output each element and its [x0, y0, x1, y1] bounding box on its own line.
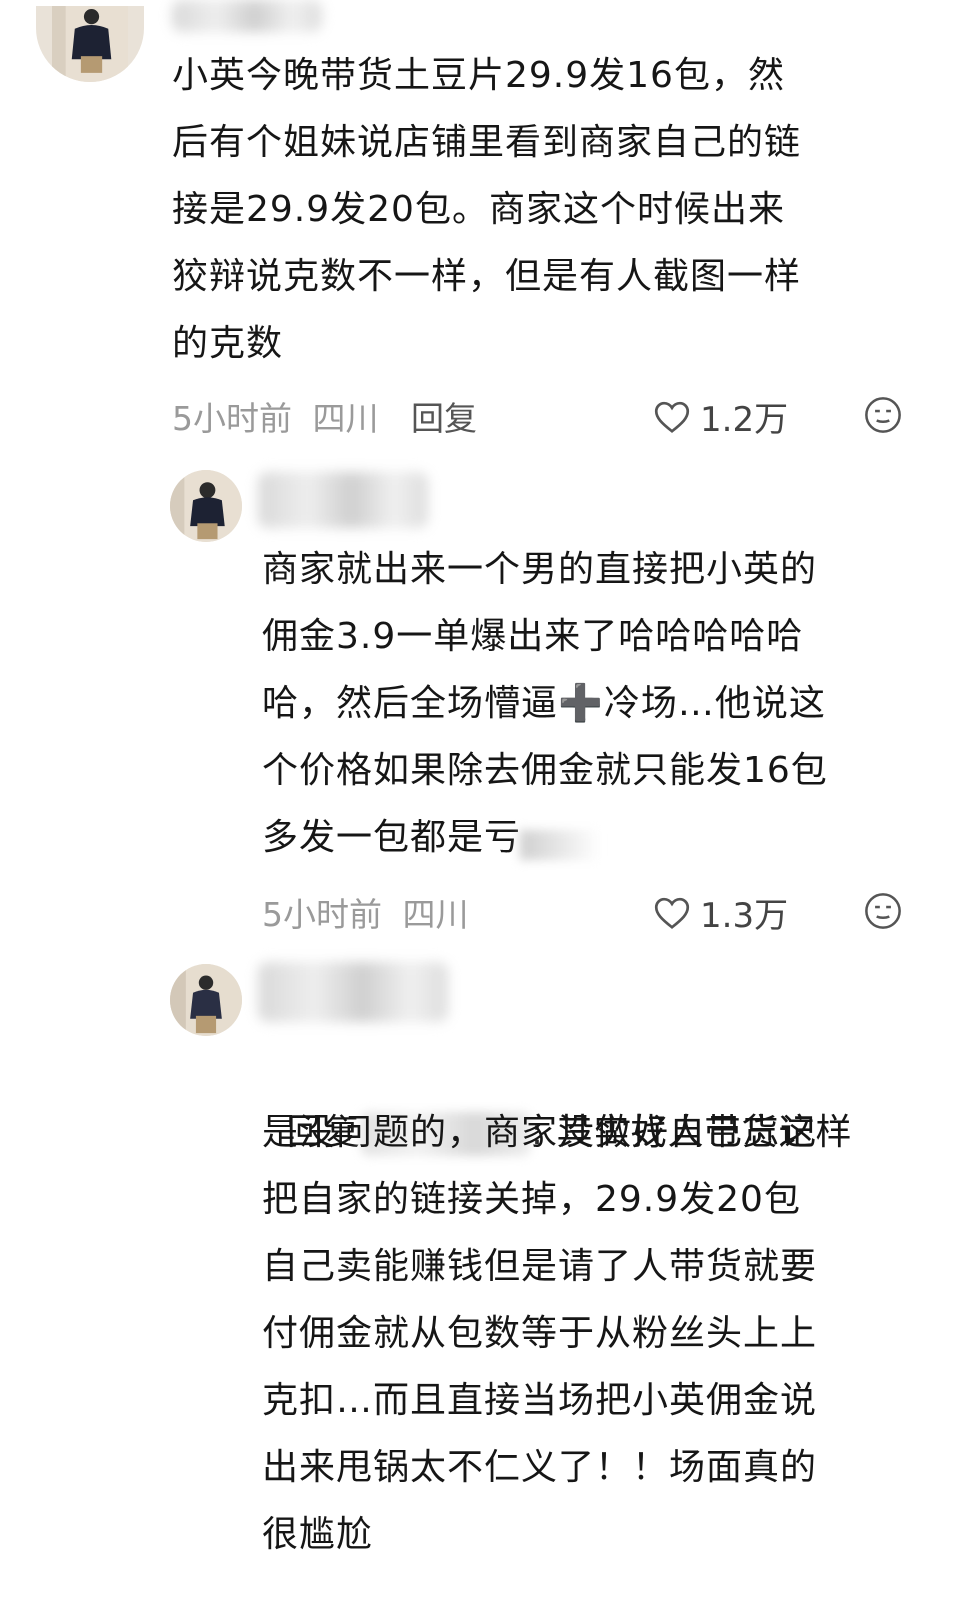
comment-meta: 5小时前 四川 — [262, 888, 469, 936]
dislike-button[interactable] — [864, 396, 902, 434]
comment-time: 5小时前 — [262, 895, 382, 934]
username-blurred[interactable] — [258, 472, 428, 528]
username-blurred[interactable] — [172, 0, 322, 32]
comment-location: 四川 — [402, 895, 469, 934]
like-count: 1.2万 — [700, 400, 789, 440]
avatar-image — [170, 470, 242, 542]
comment-text: 商家就出来一个男的直接把小英的 佣金3.9一单爆出来了哈哈哈哈哈 哈，然后全场懵… — [262, 549, 828, 858]
avatar[interactable] — [170, 964, 242, 1036]
avatar[interactable] — [170, 470, 242, 542]
like-count: 1.3万 — [700, 896, 789, 936]
avatar-image — [52, 6, 128, 82]
like-button[interactable]: 1.2万 — [654, 392, 788, 441]
dislike-button[interactable] — [864, 892, 902, 930]
text-fade — [520, 830, 600, 860]
meh-face-icon — [865, 397, 901, 433]
avatar[interactable] — [36, 6, 144, 82]
comment-location: 四川 — [312, 399, 379, 438]
comment-time: 5小时前 — [172, 399, 292, 438]
comment-text: 是没问题的，商家没做好自己忘记 把自家的链接关掉，29.9发20包 自己卖能赚钱… — [262, 1112, 818, 1555]
like-button[interactable]: 1.3万 — [654, 888, 788, 937]
heart-icon — [654, 897, 690, 929]
username-blurred[interactable] — [258, 962, 448, 1022]
avatar-image — [170, 964, 242, 1036]
meh-face-icon — [865, 893, 901, 929]
reply-button[interactable]: 回复 — [411, 399, 477, 438]
comment-text: 小英今晚带货土豆片29.9发16包，然 后有个姐妹说店铺里看到商家自己的链 接是… — [172, 55, 802, 364]
heart-icon — [654, 401, 690, 433]
comment-meta: 5小时前 四川 回复 — [172, 392, 477, 440]
